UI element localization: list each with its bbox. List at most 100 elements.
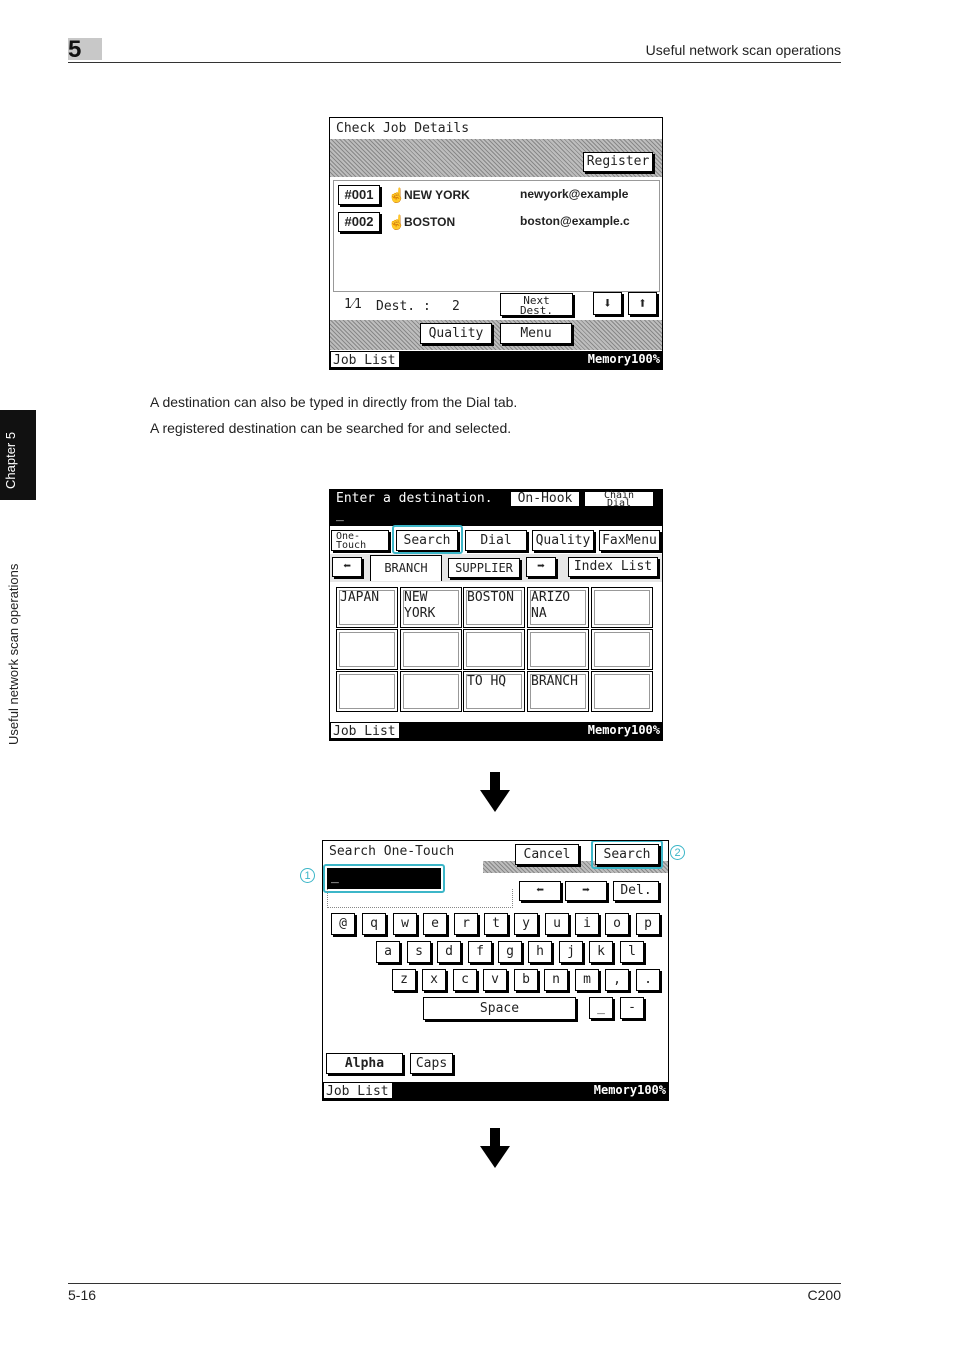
index-tab-branch[interactable]: BRANCH <box>370 555 442 581</box>
arrow-down-icon: ⬇ <box>602 294 613 312</box>
screen-title: Search One-Touch <box>329 844 455 859</box>
callout-1: 1 <box>300 868 315 883</box>
scroll-up-button[interactable]: ⬆ <box>628 292 657 315</box>
next-dest-button[interactable]: Next Dest. <box>500 293 573 316</box>
index-next-button[interactable]: ➡ <box>526 557 556 577</box>
cursor-right-button[interactable]: ➡ <box>565 881 607 901</box>
register-button[interactable]: Register <box>583 152 653 172</box>
key[interactable]: j <box>559 941 583 963</box>
paragraph: A destination can also be typed in direc… <box>150 394 518 410</box>
index-tab-supplier[interactable]: SUPPLIER <box>448 558 520 578</box>
underscore-key[interactable]: _ <box>589 997 613 1019</box>
memory-indicator: Memory100% <box>587 352 660 366</box>
screen-title: Check Job Details <box>336 121 470 136</box>
caps-button[interactable]: Caps <box>410 1053 453 1074</box>
key[interactable]: a <box>376 941 400 963</box>
key[interactable]: , <box>605 969 629 991</box>
one-touch-key[interactable] <box>591 587 653 628</box>
key[interactable]: n <box>544 969 568 991</box>
delete-button[interactable]: Del. <box>613 881 659 901</box>
one-touch-key[interactable] <box>400 671 462 712</box>
on-hook-button[interactable]: On-Hook <box>510 491 580 507</box>
key[interactable]: @ <box>331 913 355 935</box>
cancel-button[interactable]: Cancel <box>515 844 579 865</box>
key[interactable]: o <box>605 913 629 935</box>
key[interactable]: b <box>514 969 538 991</box>
key[interactable]: . <box>636 969 660 991</box>
key[interactable]: i <box>575 913 599 935</box>
cursor-left-button[interactable]: ⬅ <box>519 881 561 901</box>
key[interactable]: h <box>528 941 552 963</box>
key[interactable]: l <box>620 941 644 963</box>
one-touch-key[interactable]: BOSTON <box>463 587 525 628</box>
menu-button[interactable]: Menu <box>500 323 572 344</box>
key[interactable]: g <box>498 941 522 963</box>
arrow-left-icon: ⬅ <box>343 559 351 574</box>
key[interactable]: f <box>468 941 492 963</box>
key[interactable]: r <box>454 913 478 935</box>
one-touch-key[interactable]: JAPAN <box>336 587 398 628</box>
scroll-down-button[interactable]: ⬇ <box>593 292 622 315</box>
chain-dial-button[interactable]: Chain Dial <box>584 491 654 509</box>
tab-faxmenu[interactable]: FaxMenu <box>599 530 660 551</box>
one-touch-key[interactable] <box>527 629 589 670</box>
job-list-button[interactable]: Job List <box>330 722 400 739</box>
flow-arrow-down-icon <box>480 1128 510 1168</box>
one-touch-key[interactable] <box>463 629 525 670</box>
key[interactable]: s <box>407 941 431 963</box>
key[interactable]: z <box>392 969 416 991</box>
callout-2: 2 <box>670 845 685 860</box>
arrow-left-icon: ⬅ <box>536 883 544 898</box>
status-bar: Job List Memory100% <box>330 351 662 369</box>
one-touch-key[interactable] <box>591 629 653 670</box>
job-list-button[interactable]: Job List <box>323 1082 393 1099</box>
tab-quality[interactable]: Quality <box>532 530 594 551</box>
dash-key[interactable]: - <box>620 997 644 1019</box>
key[interactable]: w <box>393 913 417 935</box>
tab-one-touch[interactable]: One-Touch <box>331 530 389 551</box>
tab-dial[interactable]: Dial <box>465 530 527 551</box>
screen-search-one-touch: Search One-Touch Cancel Search _ ⬅ ➡ Del… <box>322 840 669 1101</box>
alpha-button[interactable]: Alpha <box>326 1053 403 1074</box>
dest-number-002[interactable]: #002 <box>338 212 380 232</box>
key[interactable]: e <box>423 913 447 935</box>
model-name: C200 <box>807 1287 841 1303</box>
one-touch-key[interactable] <box>336 629 398 670</box>
index-list-button[interactable]: Index List <box>568 557 658 577</box>
arrow-up-icon: ⬆ <box>637 294 648 312</box>
one-touch-key[interactable]: NEW YORK <box>400 587 462 628</box>
memory-indicator: Memory100% <box>593 1083 666 1097</box>
key[interactable]: q <box>362 913 386 935</box>
dest-address: newyork@example <box>520 187 629 201</box>
page-number: 5-16 <box>68 1287 97 1303</box>
status-bar: Job List Memory100% <box>323 1082 668 1100</box>
index-prev-button[interactable]: ⬅ <box>332 557 362 577</box>
job-list-button[interactable]: Job List <box>330 351 400 368</box>
one-touch-key[interactable] <box>591 671 653 712</box>
dest-number-001[interactable]: #001 <box>338 185 380 205</box>
key[interactable]: p <box>636 913 660 935</box>
key[interactable]: u <box>545 913 569 935</box>
space-key[interactable]: Space <box>423 997 576 1020</box>
one-touch-key[interactable]: TO HQ <box>463 671 525 712</box>
screen-enter-destination: Enter a destination. _ On-Hook Chain Dia… <box>329 489 663 741</box>
dest-address: boston@example.c <box>520 214 630 228</box>
paragraph: A registered destination can be searched… <box>150 420 512 436</box>
key[interactable]: k <box>589 941 613 963</box>
one-touch-key[interactable] <box>400 629 462 670</box>
one-touch-key[interactable]: BRANCH <box>527 671 589 712</box>
one-touch-key[interactable] <box>336 671 398 712</box>
quality-button[interactable]: Quality <box>420 323 492 344</box>
footer-rule <box>68 1283 841 1284</box>
dest-name: BOSTON <box>404 215 456 229</box>
key[interactable]: t <box>484 913 508 935</box>
arrow-right-icon: ➡ <box>582 883 590 898</box>
key[interactable]: y <box>514 913 538 935</box>
key[interactable]: c <box>453 969 477 991</box>
key[interactable]: d <box>437 941 461 963</box>
key[interactable]: x <box>422 969 446 991</box>
one-touch-key[interactable]: ARIZO NA <box>527 587 589 628</box>
key[interactable]: v <box>483 969 507 991</box>
header-rule <box>68 62 841 63</box>
key[interactable]: m <box>575 969 599 991</box>
